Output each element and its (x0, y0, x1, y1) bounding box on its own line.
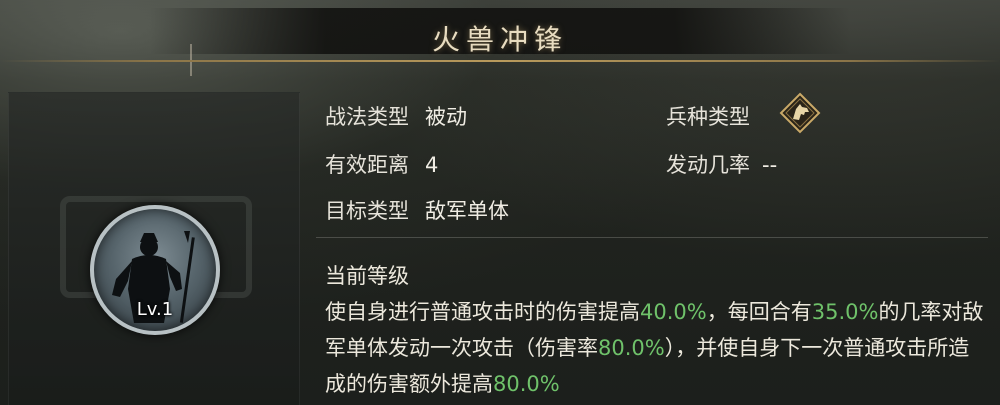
target-type-row: 目标类型 敌军单体 (325, 195, 509, 225)
range-label: 有效距离 (325, 153, 409, 177)
troop-type-row: 兵种类型 (666, 101, 750, 131)
skill-description: 使自身进行普通攻击时的伤害提高40.0%，每回合有35.0%的几率对敌军单体发动… (325, 294, 985, 402)
troop-type-label: 兵种类型 (666, 105, 750, 129)
desc-text-2: ，每回合有 (706, 300, 812, 324)
range-row: 有效距离 4 (325, 149, 438, 179)
horse-head-icon[interactable] (779, 92, 821, 134)
trigger-rate-label: 发动几率 (666, 153, 750, 177)
skill-title: 火兽冲锋 (431, 23, 568, 56)
title-bar: 火兽冲锋 (150, 8, 850, 56)
trigger-rate-row: 发动几率 -- (666, 149, 777, 179)
title-underline (0, 60, 1000, 62)
target-type-label: 目标类型 (325, 199, 409, 223)
desc-text-1: 使自身进行普通攻击时的伤害提高 (325, 300, 640, 324)
desc-value-1: 40.0% (640, 300, 707, 324)
skill-level: Lv.1 (136, 299, 174, 320)
tactic-type-label: 战法类型 (325, 105, 409, 129)
desc-value-3: 80.0% (598, 336, 665, 360)
trigger-rate-value: -- (762, 153, 778, 177)
range-value: 4 (425, 153, 439, 177)
target-type-value: 敌军单体 (425, 199, 509, 223)
tactic-type-value: 被动 (425, 105, 467, 129)
current-level-title: 当前等级 (325, 264, 409, 288)
desc-value-4: 80.0% (493, 372, 560, 396)
skill-portrait[interactable]: Lv.1 (90, 205, 220, 335)
desc-value-2: 35.0% (811, 300, 879, 324)
tactic-type-row: 战法类型 被动 (325, 101, 467, 131)
section-divider (316, 237, 988, 238)
